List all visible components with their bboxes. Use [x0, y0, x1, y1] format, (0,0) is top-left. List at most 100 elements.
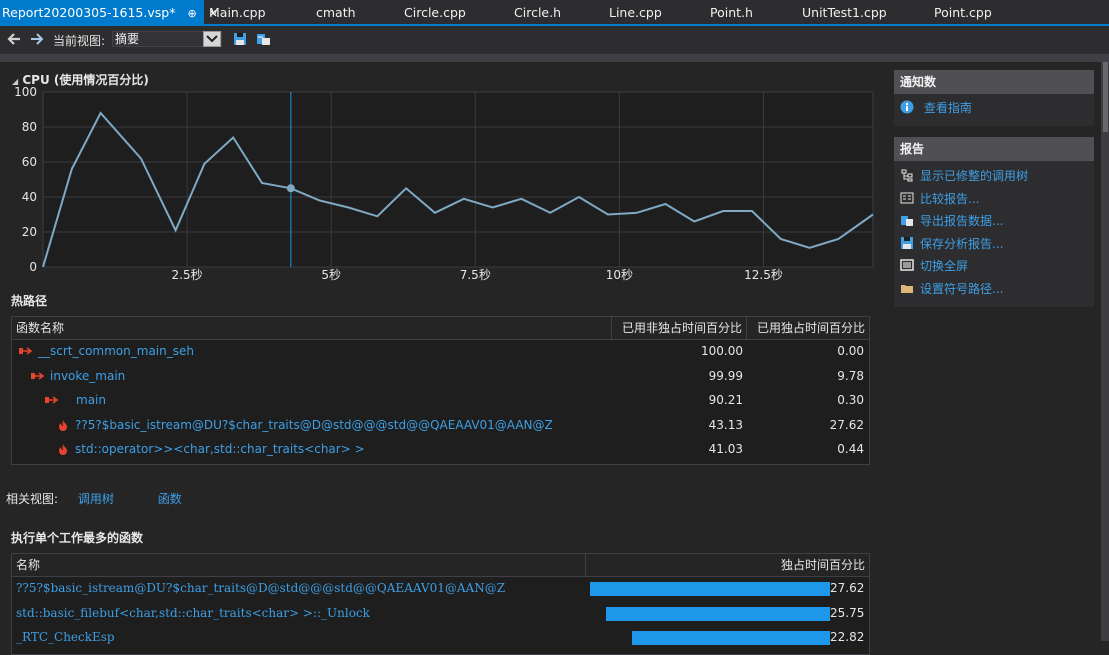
scrollbar-thumb[interactable] — [1103, 62, 1108, 132]
tab-label: Circle.h — [514, 5, 561, 20]
export-icon[interactable] — [255, 31, 271, 47]
top-function-row[interactable]: ??5?$basic_istream@DU?$char_traits@D@std… — [12, 577, 869, 601]
folder-icon — [901, 284, 913, 293]
function-name[interactable]: _RTC_CheckEsp — [16, 626, 115, 650]
related-views-label: 相关视图: — [6, 492, 59, 506]
hotpath-header: 函数名称 已用非独占时间百分比 已用独占时间百分比 — [12, 317, 869, 340]
hot-flame-icon — [59, 444, 67, 455]
tab-line-cpp[interactable]: Line.cpp — [609, 0, 662, 24]
function-name[interactable]: std::operator>><char,std::char_traits<ch… — [75, 438, 365, 462]
tab-label: cmath — [316, 5, 356, 20]
time-cursor-marker[interactable] — [286, 184, 295, 193]
col-name[interactable]: 名称 — [12, 554, 586, 576]
tab-label: Point.cpp — [934, 5, 992, 20]
report-item[interactable]: 保存分析报告... — [900, 235, 1003, 253]
tab-cmath[interactable]: cmath — [316, 0, 356, 24]
tab-label: Line.cpp — [609, 5, 662, 20]
function-name[interactable]: __scrt_common_main_seh — [38, 340, 194, 364]
chart-plot-area — [42, 91, 874, 268]
x-tick-label: 2.5秒 — [172, 268, 203, 282]
functions-link[interactable]: 函数 — [158, 492, 182, 506]
tab-label: Circle.cpp — [404, 5, 466, 20]
tab-main-cpp[interactable]: Main.cpp — [209, 0, 266, 24]
hot-flame-icon — [59, 419, 67, 431]
tab-point-cpp[interactable]: Point.cpp — [934, 0, 992, 24]
view-guide-link[interactable]: 查看指南 — [900, 99, 972, 117]
col-exclusive-pct[interactable]: 已用独占时间百分比 — [747, 317, 869, 339]
back-arrow-icon[interactable] — [6, 31, 22, 47]
hotpath-row[interactable]: __scrt_common_main_seh 100.00 0.00 — [12, 340, 869, 364]
call-path-icon — [31, 371, 44, 380]
save-icon — [901, 236, 913, 249]
function-name[interactable]: invoke_main — [50, 365, 125, 389]
top-functions-table: 名称 独占时间百分比 ??5?$basic_istream@DU?$char_t… — [11, 553, 870, 655]
hotpath-row[interactable]: ??5?$basic_istream@DU?$char_traits@D@std… — [12, 414, 869, 438]
exclusive-time-bar — [632, 631, 830, 645]
toolbar-divider — [0, 54, 1109, 62]
x-tick-label: 7.5秒 — [460, 268, 491, 282]
hotpath-row[interactable]: invoke_main 99.99 9.78 — [12, 365, 869, 389]
function-name[interactable]: ??5?$basic_istream@DU?$char_traits@D@std… — [75, 414, 553, 438]
call-tree-icon — [901, 169, 913, 182]
report-title: 报告 — [894, 137, 1094, 161]
related-views: 相关视图: 调用树 函数 — [6, 490, 182, 507]
report-item[interactable]: 显示已修整的调用树 — [900, 167, 1028, 185]
tab-report[interactable]: Report20200305-1615.vsp* ⊕ ✕ — [0, 0, 218, 27]
inclusive-pct: 90.21 — [708, 393, 743, 407]
tab-circle-h[interactable]: Circle.h — [514, 0, 561, 24]
inclusive-pct: 99.99 — [708, 368, 743, 383]
top-functions-title: 执行单个工作最多的函数 — [11, 531, 144, 545]
inclusive-pct: 41.03 — [708, 442, 743, 456]
exclusive-time-bar — [590, 582, 830, 596]
inclusive-pct: 100.00 — [701, 344, 743, 358]
function-name[interactable]: std::basic_filebuf<char,std::char_traits… — [16, 602, 370, 626]
tab-unittest1-cpp[interactable]: UnitTest1.cpp — [802, 0, 887, 24]
report-panel: 报告 显示已修整的调用树 比较报告... 导出报告数据... 保存分析报告... 切换全… — [894, 137, 1094, 307]
chevron-down-icon[interactable] — [203, 31, 221, 47]
report-item[interactable]: 导出报告数据... — [900, 212, 1003, 230]
tab-circle-cpp[interactable]: Circle.cpp — [404, 0, 466, 24]
report-item-label: 比较报告... — [920, 191, 980, 206]
tab-label: UnitTest1.cpp — [802, 5, 887, 20]
hotpath-row[interactable]: main 90.21 0.30 — [12, 389, 869, 413]
forward-arrow-icon[interactable] — [29, 31, 45, 47]
exclusive-pct: 0.44 — [837, 442, 864, 456]
x-tick-label: 5秒 — [321, 268, 341, 282]
exclusive-time-bar — [606, 606, 830, 621]
report-item[interactable]: 切换全屏 — [900, 257, 968, 275]
function-name[interactable]: ??5?$basic_istream@DU?$char_traits@D@std… — [16, 577, 505, 601]
hotpath-title: 热路径 — [11, 294, 48, 308]
tab-label: Point.h — [710, 5, 753, 20]
top-function-row[interactable]: std::basic_filebuf<char,std::char_traits… — [12, 602, 869, 626]
report-item-label: 显示已修整的调用树 — [920, 169, 1029, 183]
exclusive-time-value: 27.62 — [830, 581, 865, 595]
tab-label: Main.cpp — [209, 5, 266, 20]
y-tick-label: 100 — [14, 85, 37, 99]
y-tick-label: 0 — [29, 260, 37, 274]
report-item[interactable]: 比较报告... — [900, 190, 979, 208]
y-tick-label: 80 — [22, 120, 37, 134]
tab-point-h[interactable]: Point.h — [710, 0, 753, 24]
report-item[interactable]: 设置符号路径... — [900, 280, 1003, 298]
save-icon[interactable] — [232, 31, 248, 47]
call-path-icon — [19, 347, 32, 355]
current-view-select[interactable]: 摘要 — [112, 31, 222, 47]
tab-label: Report20200305-1615.vsp* — [2, 5, 176, 20]
call-tree-link[interactable]: 调用树 — [78, 492, 114, 506]
top-function-row[interactable]: _RTC_CheckEsp 22.82 — [12, 626, 869, 650]
report-item-label: 导出报告数据... — [920, 214, 1004, 228]
fullscreen-icon — [900, 259, 914, 271]
function-name[interactable]: main — [76, 389, 106, 413]
col-inclusive-pct[interactable]: 已用非独占时间百分比 — [612, 317, 747, 339]
vertical-scrollbar[interactable] — [1101, 62, 1109, 641]
toolbar: 当前视图: 摘要 — [0, 26, 1109, 54]
col-exclusive-time-pct[interactable]: 独占时间百分比 — [586, 554, 869, 576]
top-functions-header: 名称 独占时间百分比 — [12, 554, 869, 577]
pin-icon[interactable]: ⊕ — [187, 1, 196, 27]
cpu-usage-chart[interactable]: 0 20 40 60 80 100 2.5秒 5秒 7.5秒 10秒 12.5秒 — [0, 84, 880, 284]
hotpath-row[interactable]: std::operator>><char,std::char_traits<ch… — [12, 438, 869, 462]
compare-icon — [900, 192, 914, 203]
exclusive-pct: 27.62 — [829, 417, 864, 432]
y-tick-label: 40 — [22, 190, 37, 204]
col-function-name[interactable]: 函数名称 — [12, 317, 612, 339]
